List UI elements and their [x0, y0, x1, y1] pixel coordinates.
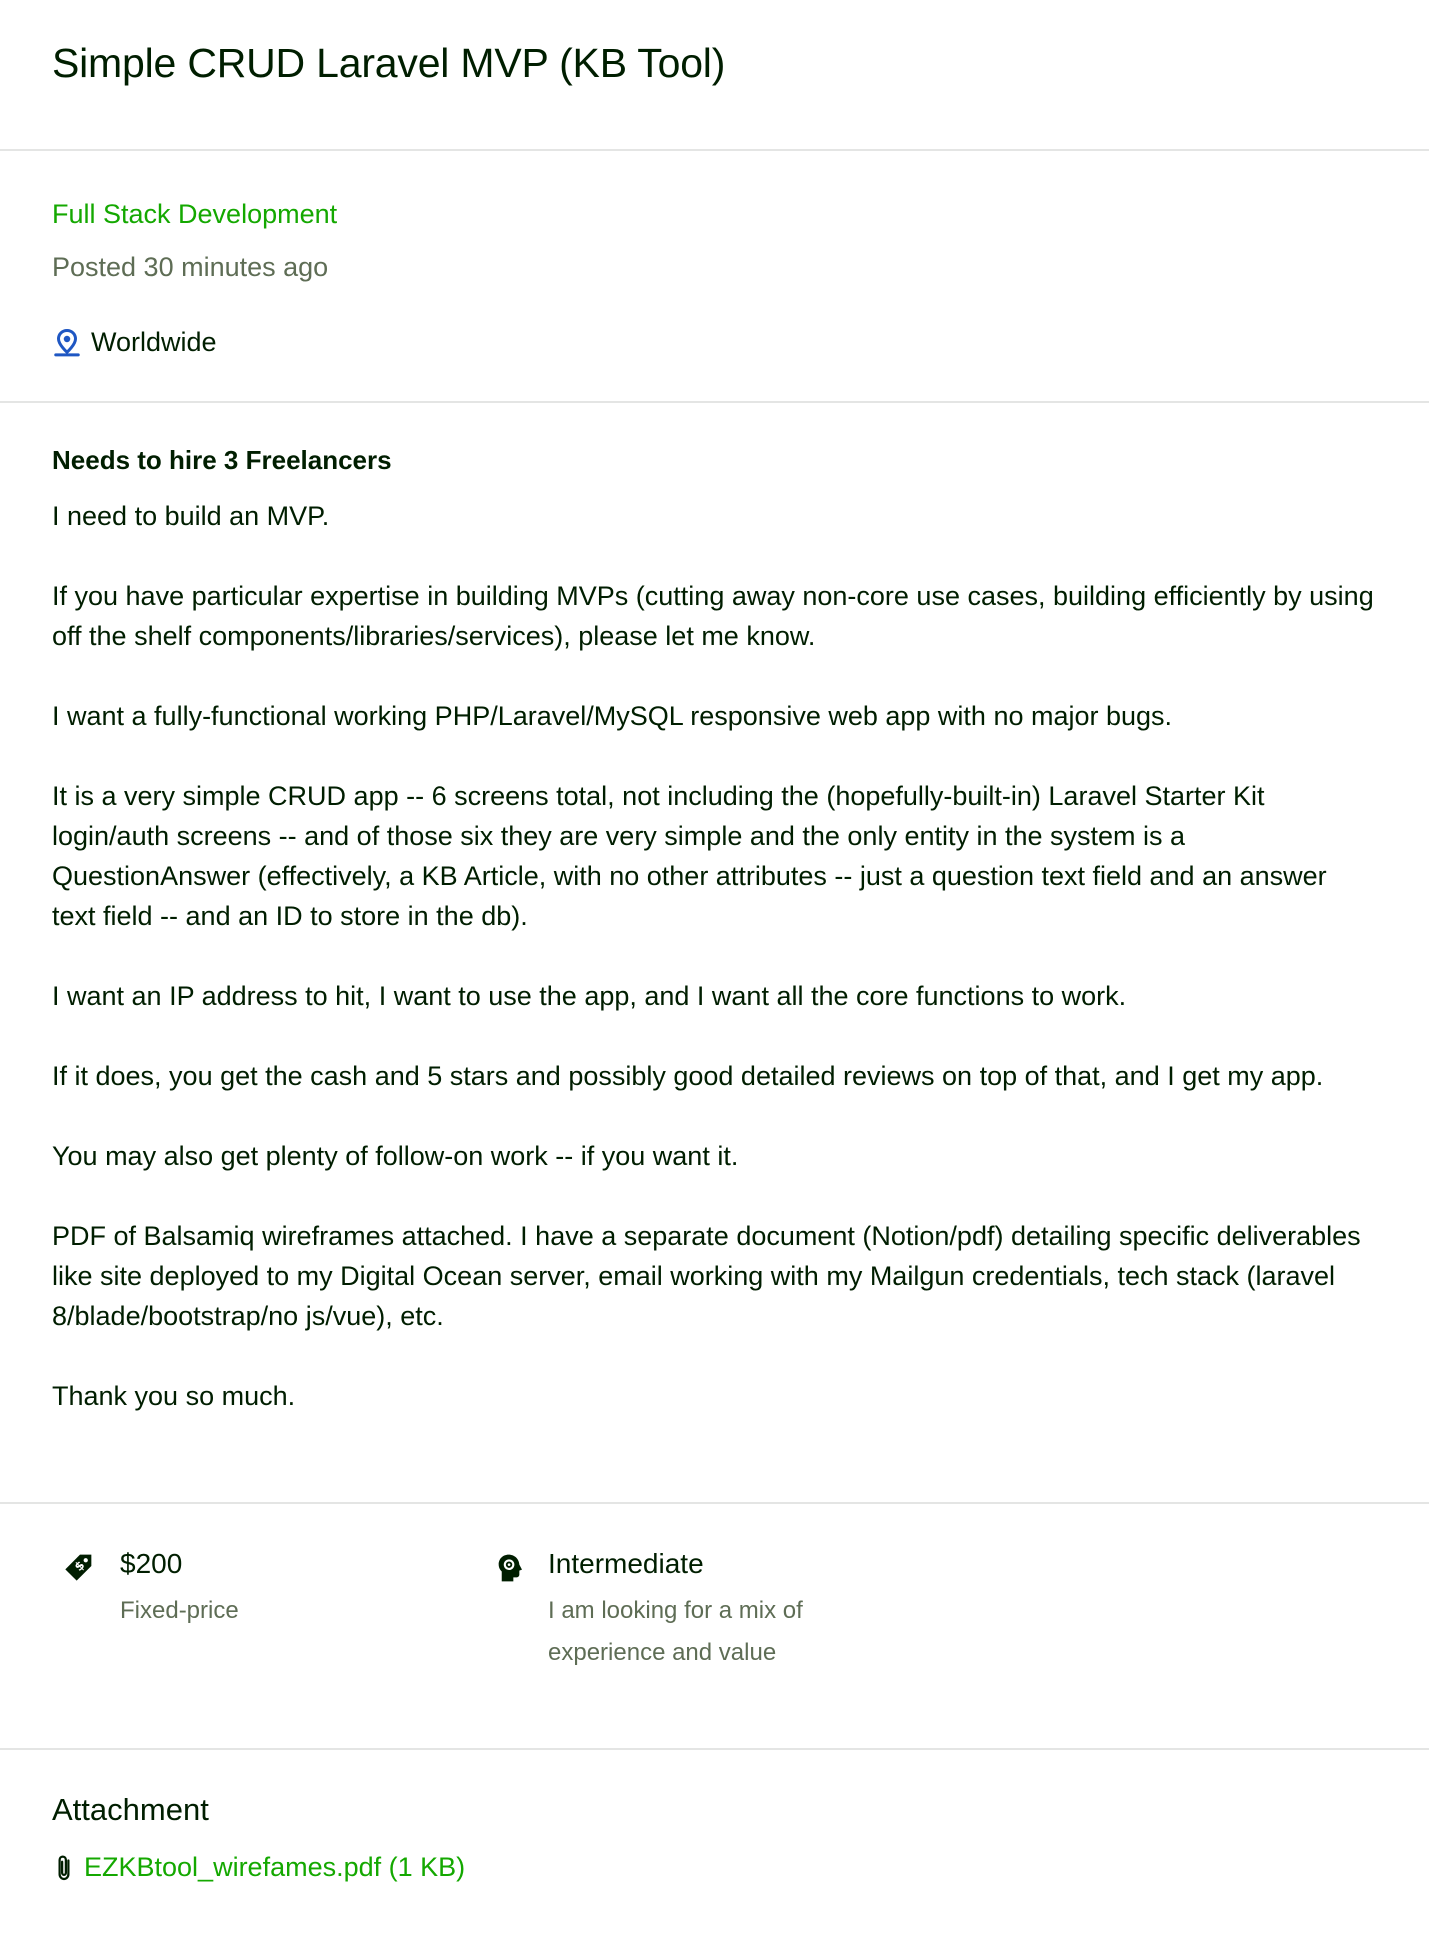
price-value: $200	[120, 1548, 183, 1579]
location-label: Worldwide	[91, 327, 217, 357]
description-paragraph: I want an IP address to hit, I want to u…	[52, 981, 1127, 1011]
paperclip-icon	[58, 1854, 70, 1880]
expertise-head-icon	[498, 1554, 522, 1582]
description-paragraph: You may also get plenty of follow-on wor…	[52, 1141, 739, 1171]
location: Worldwide	[52, 327, 1377, 358]
description-paragraph: PDF of Balsamiq wireframes attached. I h…	[52, 1221, 1361, 1331]
description-paragraph: It is a very simple CRUD app -- 6 screen…	[52, 781, 1327, 931]
job-header: Simple CRUD Laravel MVP (KB Tool)	[0, 0, 1429, 149]
experience-level: Intermediate	[548, 1548, 704, 1579]
attachment-section: Attachment EZKBtool_wirefames.pdf (1 KB)	[0, 1750, 1429, 1883]
job-title: Simple CRUD Laravel MVP (KB Tool)	[52, 40, 726, 86]
experience-description: I am looking for a mix of experience and…	[548, 1597, 803, 1666]
description-paragraph: Thank you so much.	[52, 1381, 296, 1411]
price-feature: $ $200 Fixed-price	[52, 1548, 494, 1748]
experience-feature: Intermediate I am looking for a mix of e…	[494, 1548, 838, 1748]
job-description: Needs to hire 3 Freelancers I need to bu…	[0, 403, 1429, 1502]
price-type: Fixed-price	[120, 1597, 239, 1624]
attachment-heading: Attachment	[52, 1792, 209, 1827]
job-meta: Full Stack Development Posted 30 minutes…	[0, 151, 1429, 401]
posted-time: Posted 30 minutes ago	[52, 252, 329, 282]
price-tag-icon: $	[65, 1554, 92, 1581]
category-link[interactable]: Full Stack Development	[52, 199, 337, 230]
description-paragraph: If you have particular expertise in buil…	[52, 581, 1374, 651]
description-paragraph: I want a fully-functional working PHP/La…	[52, 701, 1173, 731]
job-features: $ $200 Fixed-price Intermediate I am loo…	[0, 1504, 1429, 1748]
description-paragraph: I need to build an MVP.	[52, 501, 330, 531]
attachment-item: EZKBtool_wirefames.pdf (1 KB)	[52, 1852, 1377, 1883]
location-pin-icon	[54, 328, 80, 356]
description-paragraph: If it does, you get the cash and 5 stars…	[52, 1061, 1324, 1091]
attachment-link[interactable]: EZKBtool_wirefames.pdf (1 KB)	[84, 1852, 465, 1883]
hire-note: Needs to hire 3 Freelancers	[52, 445, 392, 475]
description-body: I need to build an MVP. If you have part…	[52, 496, 1377, 1416]
